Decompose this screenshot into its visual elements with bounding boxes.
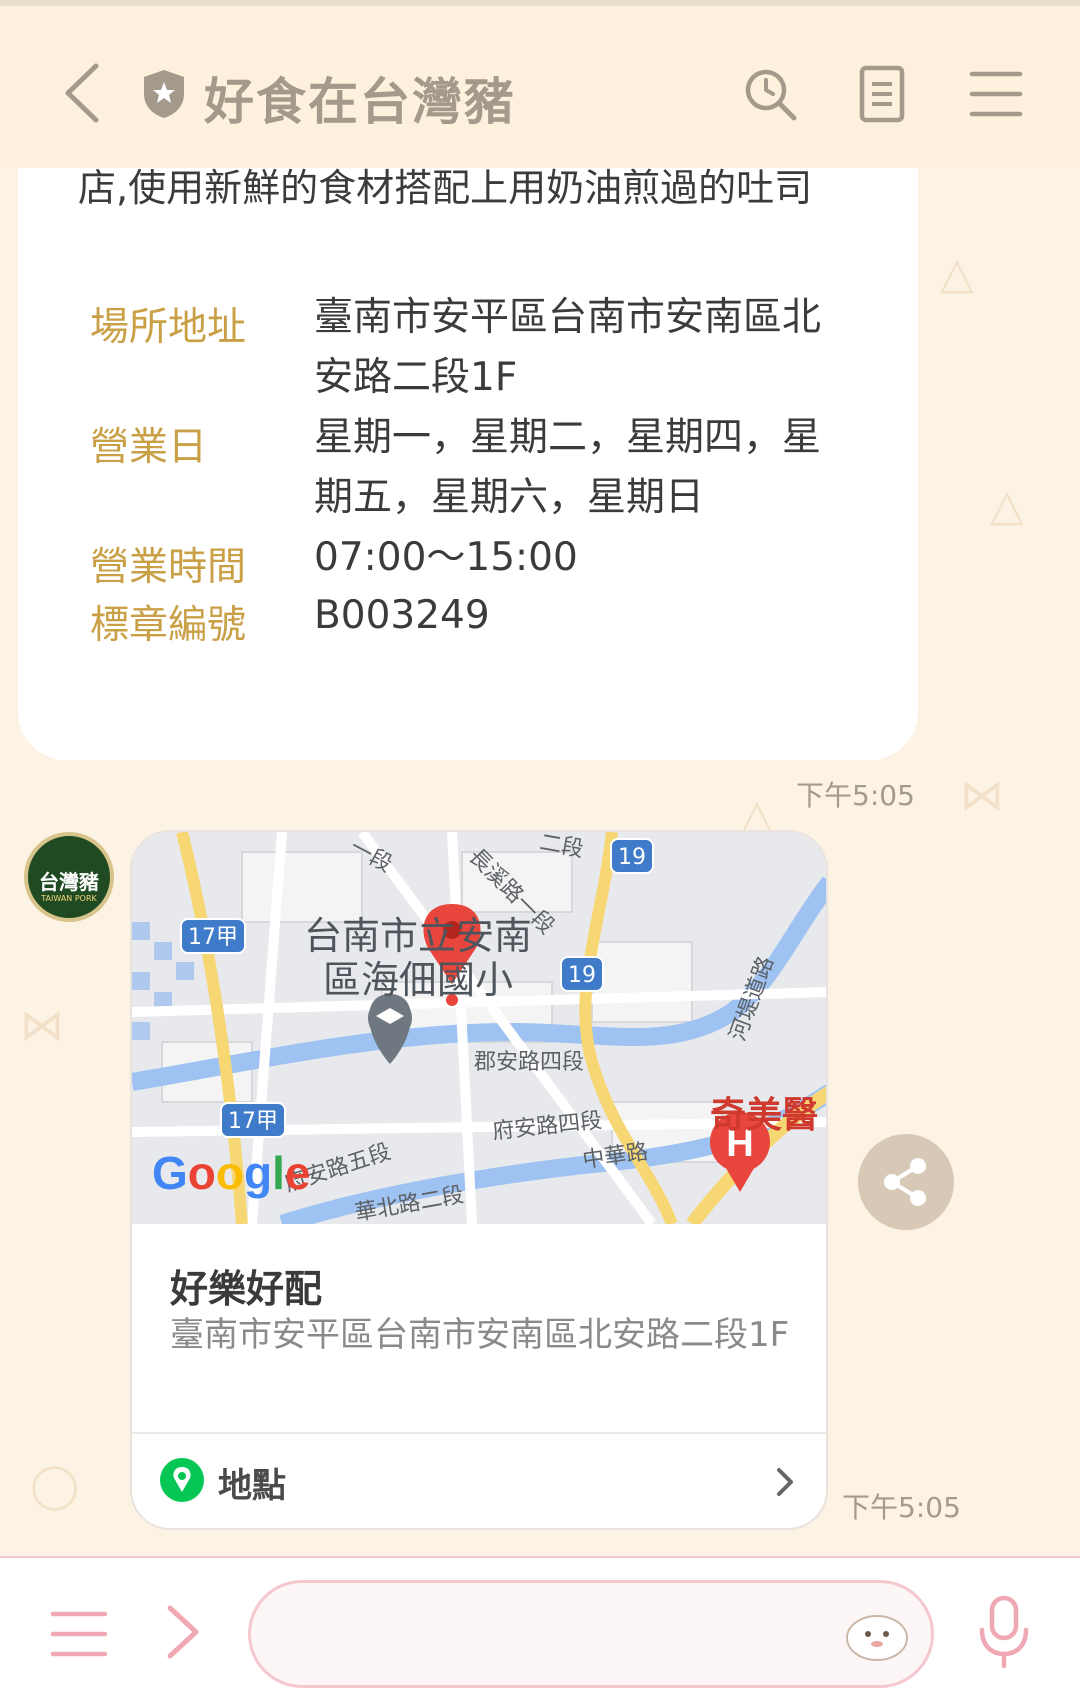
background-bow-deco: ⋈ bbox=[20, 1000, 64, 1051]
notes-icon[interactable] bbox=[852, 64, 912, 124]
google-letter: o bbox=[187, 1147, 216, 1199]
location-link-row[interactable]: 地點 bbox=[132, 1436, 826, 1528]
chat-title: 好食在台灣豬 bbox=[204, 73, 516, 131]
rich-menu-icon[interactable] bbox=[50, 1610, 108, 1658]
sticker-icon[interactable] bbox=[842, 1608, 912, 1664]
google-letter: G bbox=[152, 1147, 188, 1199]
share-icon bbox=[884, 1158, 926, 1206]
location-message-card[interactable]: H 台南市立安南區海佃國小 奇美醫 郡安路四段 府安路四段 中華路 長溪路一段 … bbox=[130, 830, 828, 1530]
location-link-label: 地點 bbox=[218, 1466, 286, 1506]
map-school-label: 台南市立安南區海佃國小 bbox=[303, 914, 532, 1002]
map-road-label: 郡安路四段 bbox=[474, 1050, 585, 1075]
info-value: 星期一，星期二，星期四，星期五，星期六，星期日 bbox=[314, 415, 822, 520]
info-label: 場所地址 bbox=[90, 305, 247, 350]
info-label: 營業時間 bbox=[90, 545, 247, 590]
menu-icon[interactable] bbox=[966, 64, 1026, 124]
map-hospital-label: 奇美醫 bbox=[710, 1095, 819, 1136]
avatar-label: 台灣豬 bbox=[39, 870, 99, 894]
share-button[interactable] bbox=[858, 1134, 954, 1230]
back-icon[interactable] bbox=[58, 62, 108, 124]
location-address: 臺南市安平區台南市安南區北安路二段1F bbox=[170, 1315, 790, 1355]
info-value: 07:00～15:00 bbox=[314, 535, 578, 580]
google-letter: o bbox=[215, 1147, 244, 1199]
search-icon[interactable] bbox=[740, 64, 800, 124]
location-name: 好樂好配 bbox=[170, 1267, 323, 1311]
message-input-bar bbox=[0, 1556, 1080, 1704]
route-badge: 17甲 bbox=[220, 1102, 286, 1138]
info-label: 標章編號 bbox=[90, 603, 247, 648]
store-description: 店,使用新鮮的食材搭配上用奶油煎過的吐司 bbox=[78, 166, 813, 210]
message-timestamp: 下午5:05 bbox=[842, 1491, 961, 1524]
google-letter: g bbox=[244, 1147, 273, 1199]
avatar-sublabel: TAIWAN PORK bbox=[41, 894, 97, 903]
info-value: 臺南市安平區台南市安南區北安路二段1F bbox=[314, 295, 822, 400]
background-triangle-deco: △ bbox=[990, 480, 1024, 531]
google-letter: l bbox=[272, 1147, 285, 1199]
message-input[interactable] bbox=[248, 1580, 934, 1688]
chat-header: 好食在台灣豬 bbox=[0, 0, 1080, 168]
store-info-message: 店,使用新鮮的食材搭配上用奶油煎過的吐司 場所地址 臺南市安平區台南市安南區北安… bbox=[18, 166, 918, 760]
location-pin-icon bbox=[160, 1458, 204, 1502]
official-account-avatar[interactable]: 台灣豬 TAIWAN PORK bbox=[24, 832, 114, 922]
info-value: B003249 bbox=[314, 593, 490, 638]
chevron-right-icon bbox=[777, 1468, 793, 1496]
background-bow-deco: ⋈ bbox=[960, 770, 1004, 821]
background-triangle-deco: △ bbox=[940, 248, 974, 299]
message-timestamp: 下午5:05 bbox=[796, 779, 915, 812]
google-logo: Google bbox=[152, 1146, 310, 1200]
route-badge: 19 bbox=[610, 838, 654, 874]
verified-shield-icon bbox=[144, 70, 184, 118]
microphone-icon[interactable] bbox=[976, 1594, 1032, 1670]
info-label: 營業日 bbox=[90, 425, 208, 470]
route-badge: 17甲 bbox=[180, 918, 246, 954]
expand-arrow-icon[interactable] bbox=[164, 1602, 204, 1662]
google-letter: e bbox=[284, 1147, 311, 1199]
map-preview[interactable]: H 台南市立安南區海佃國小 奇美醫 郡安路四段 府安路四段 中華路 長溪路一段 … bbox=[132, 832, 826, 1226]
location-details[interactable]: 好樂好配 臺南市安平區台南市安南區北安路二段1F bbox=[132, 1224, 826, 1434]
route-badge: 19 bbox=[560, 956, 604, 992]
background-circle-deco: ◯ bbox=[30, 1460, 80, 1511]
